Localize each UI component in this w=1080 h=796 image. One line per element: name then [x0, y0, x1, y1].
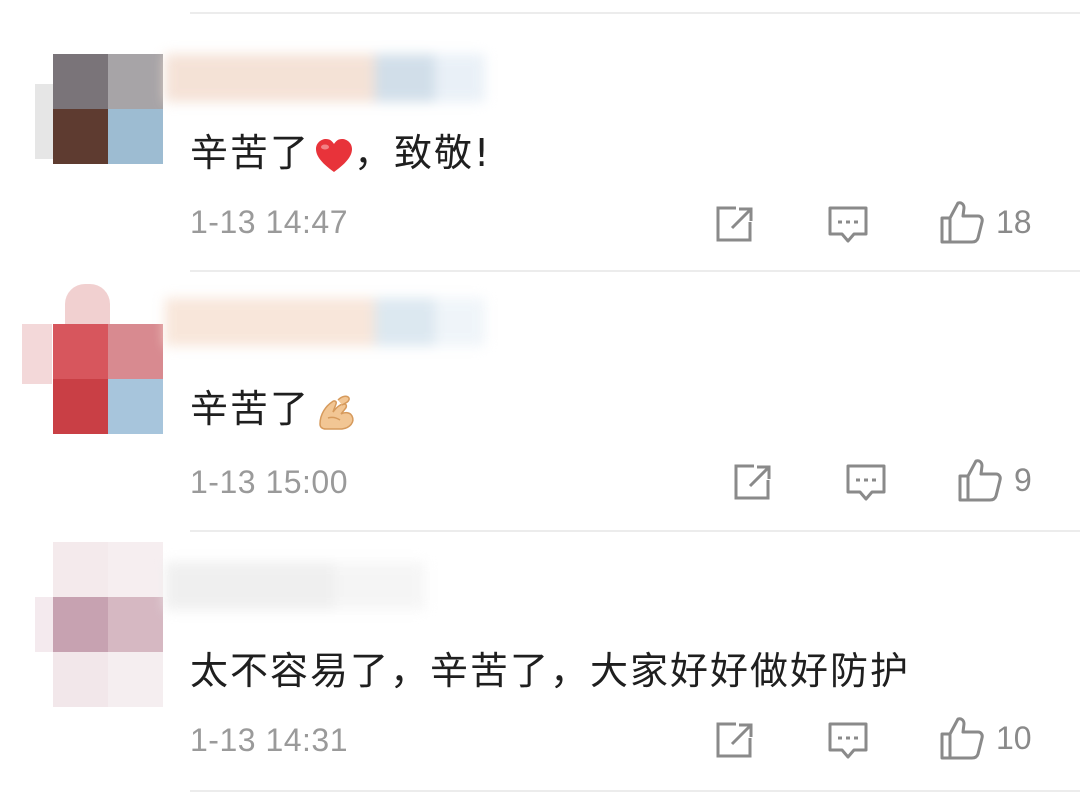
- timestamp: 1-13 15:00: [190, 464, 349, 500]
- username-pixelated[interactable]: [165, 562, 485, 610]
- comment-text: 辛苦了: [190, 378, 360, 433]
- comment-item: 辛苦了 ，致敬! 1-13 14:47 18: [0, 14, 1080, 272]
- thumbs-up-icon: [940, 717, 984, 760]
- reply-button[interactable]: [826, 720, 870, 762]
- avatar[interactable]: [22, 284, 165, 434]
- avatar[interactable]: [30, 542, 165, 707]
- ok-hand-gesture-icon: [319, 395, 354, 430]
- share-button[interactable]: [712, 720, 756, 760]
- comment-text: 辛苦了 ，致敬!: [190, 131, 492, 175]
- comment-icon: [828, 722, 868, 759]
- comment-item: 太不容易了，辛苦了，大家好好做好防护 1-13 14:31 10: [0, 532, 1080, 790]
- timestamp: 1-13 14:31: [190, 722, 349, 758]
- share-button[interactable]: [730, 462, 774, 502]
- username-pixelated[interactable]: [165, 298, 485, 346]
- comment-icon: [846, 464, 886, 501]
- like-button[interactable]: 9: [956, 456, 1032, 504]
- comment-text: 太不容易了，辛苦了，大家好好做好防护: [190, 649, 911, 693]
- share-icon: [716, 722, 753, 758]
- share-icon: [734, 464, 771, 500]
- share-icon: [716, 206, 753, 242]
- like-count: 9: [1014, 461, 1032, 498]
- avatar[interactable]: [30, 54, 165, 194]
- thumbs-up-icon: [958, 459, 1002, 502]
- red-heart-icon: [316, 138, 353, 172]
- bottom-divider: [190, 790, 1080, 792]
- comment-item: 辛苦了 1-13 15:00 9: [0, 272, 1080, 530]
- reply-button[interactable]: [826, 204, 870, 246]
- like-count: 10: [996, 719, 1032, 756]
- comment-icon: [828, 206, 868, 243]
- timestamp: 1-13 14:47: [190, 204, 349, 240]
- reply-button[interactable]: [844, 462, 888, 504]
- like-button[interactable]: 10: [938, 714, 1032, 762]
- username-pixelated[interactable]: [165, 54, 485, 102]
- thumbs-up-icon: [940, 201, 984, 244]
- like-count: 18: [996, 203, 1032, 240]
- share-button[interactable]: [712, 204, 756, 244]
- like-button[interactable]: 18: [938, 198, 1032, 246]
